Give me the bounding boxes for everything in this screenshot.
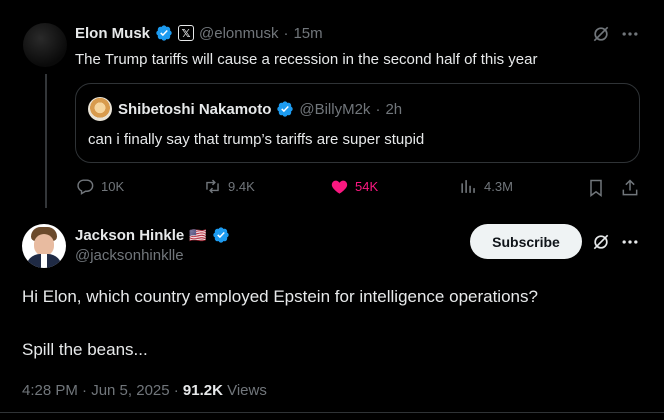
author-handle[interactable]: @jacksonhinklle xyxy=(75,247,184,264)
share-icon[interactable] xyxy=(620,178,640,198)
parent-tweet-header: Elon Musk 𝕏 @elonmusk · 15m xyxy=(75,23,323,43)
thread-line xyxy=(45,74,47,208)
like-button[interactable]: 54K xyxy=(330,177,378,196)
parent-tweet-text: The Trump tariffs will cause a recession… xyxy=(75,51,538,68)
reply-count: 10K xyxy=(101,179,125,194)
main-tweet-header: Jackson Hinkle 🇺🇸 xyxy=(75,225,230,245)
quote-author-name[interactable]: Shibetoshi Nakamoto xyxy=(118,101,271,118)
heart-icon xyxy=(331,180,348,194)
views-icon xyxy=(461,180,475,193)
quote-time[interactable]: 2h xyxy=(385,101,402,118)
verified-badge-icon xyxy=(212,227,229,243)
tweet-metadata: 4:28 PM · Jun 5, 2025 · 91.2K Views xyxy=(22,382,267,399)
verified-badge-icon xyxy=(156,25,172,41)
subscribe-button[interactable]: Subscribe xyxy=(470,224,582,259)
main-tweet-text-line1: Hi Elon, which country employed Epstein … xyxy=(22,287,538,306)
x-logo-icon: 𝕏 xyxy=(178,25,195,41)
grok-icon[interactable] xyxy=(591,232,611,252)
author-name[interactable]: Jackson Hinkle xyxy=(75,227,184,244)
like-count: 54K xyxy=(355,179,379,194)
divider xyxy=(0,412,664,413)
separator: · xyxy=(375,100,381,118)
views-label: Views xyxy=(222,382,267,399)
tweet-time[interactable]: 15m xyxy=(293,25,322,42)
author-handle[interactable]: @elonmusk xyxy=(199,25,278,42)
author-name[interactable]: Elon Musk xyxy=(75,25,150,42)
avatar-shirt xyxy=(41,254,47,268)
reply-icon xyxy=(77,179,94,195)
verified-badge-icon xyxy=(277,101,294,117)
quote-author-handle[interactable]: @BillyM2k xyxy=(299,101,370,118)
views-button[interactable]: 4.3M xyxy=(459,177,513,196)
shibetoshi-avatar[interactable] xyxy=(88,97,112,121)
flag-emoji: 🇺🇸 xyxy=(189,226,207,243)
main-tweet-text-line2: Spill the beans... xyxy=(22,340,148,359)
separator: · xyxy=(283,24,289,42)
repost-button[interactable]: 9.4K xyxy=(203,177,255,196)
quote-text: can i finally say that trump’s tariffs a… xyxy=(88,131,425,148)
timestamp[interactable]: 4:28 PM · Jun 5, 2025 · xyxy=(22,382,183,399)
reply-button[interactable]: 10K xyxy=(76,177,124,196)
avatar-face xyxy=(34,234,54,256)
more-icon[interactable] xyxy=(620,24,640,44)
grok-icon[interactable] xyxy=(591,24,611,44)
bookmark-icon[interactable] xyxy=(586,178,606,198)
jackson-avatar[interactable] xyxy=(22,224,66,268)
elon-avatar[interactable] xyxy=(23,23,67,67)
views-total: 91.2K xyxy=(182,382,223,399)
more-icon[interactable] xyxy=(620,232,640,252)
repost-icon xyxy=(206,179,219,194)
quote-header: Shibetoshi Nakamoto @BillyM2k · 2h xyxy=(118,99,402,119)
quote-card[interactable]: Shibetoshi Nakamoto @BillyM2k · 2h can i… xyxy=(75,83,640,163)
views-count: 4.3M xyxy=(484,179,513,194)
repost-count: 9.4K xyxy=(228,179,255,194)
